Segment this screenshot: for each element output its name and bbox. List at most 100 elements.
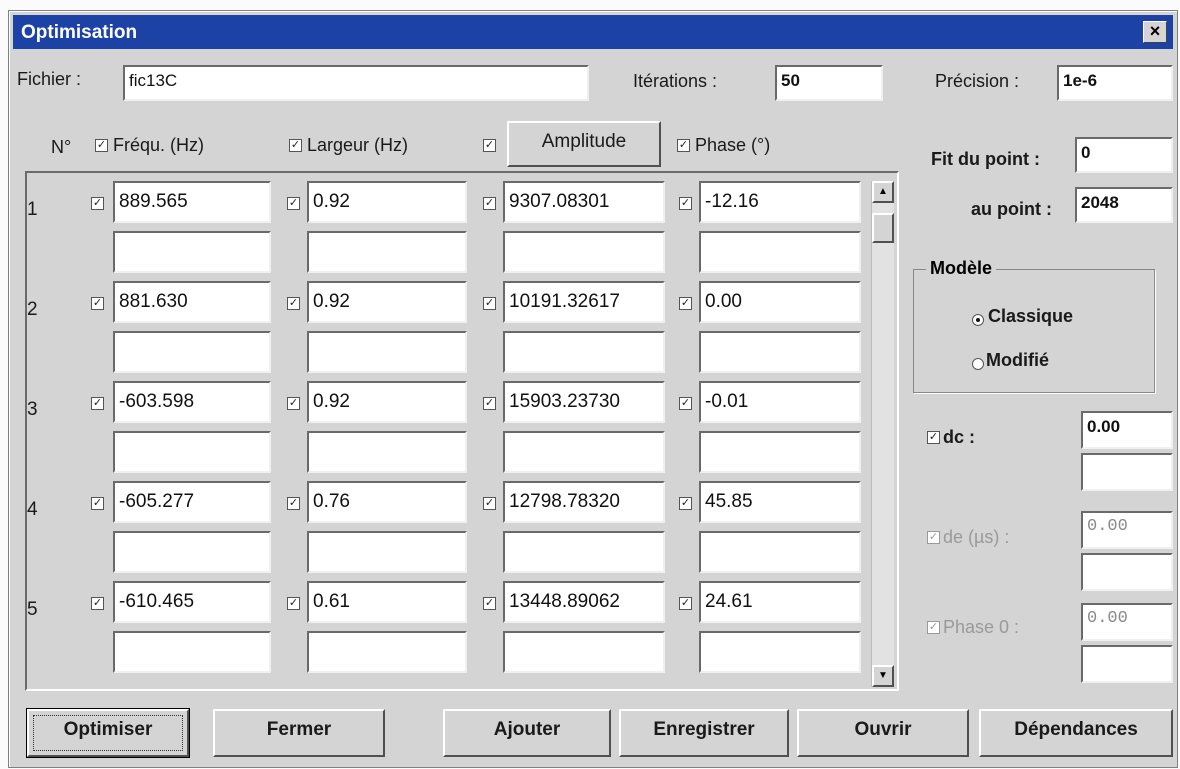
window-title: Optimisation	[21, 22, 138, 43]
largeur-input[interactable]: 0.61	[307, 581, 467, 623]
fichier-label: Fichier :	[17, 69, 82, 89]
modifie-radio[interactable]	[972, 358, 984, 370]
de-checkbox[interactable]: ✓	[927, 531, 940, 544]
freq-input[interactable]: -610.465	[113, 581, 271, 623]
freq-input[interactable]: 889.565	[113, 181, 271, 223]
dc-input[interactable]: 0.00	[1081, 411, 1173, 449]
row-amplitude-checkbox[interactable]: ✓	[483, 397, 496, 410]
row-largeur-checkbox[interactable]: ✓	[287, 597, 300, 610]
ouvrir-button[interactable]: Ouvrir	[797, 709, 969, 757]
largeur-error-field	[307, 631, 467, 673]
amplitude-error-field	[503, 331, 665, 373]
largeur-error-field	[307, 531, 467, 573]
vertical-scrollbar[interactable]: ▲ ▼	[871, 181, 894, 687]
fermer-button[interactable]: Fermer	[213, 709, 385, 757]
dependances-button[interactable]: Dépendances	[979, 709, 1173, 757]
fit-to-input[interactable]: 2048	[1075, 187, 1173, 223]
dc-checkbox[interactable]: ✓	[927, 431, 940, 444]
largeur-error-field	[307, 231, 467, 273]
row-freq-checkbox[interactable]: ✓	[91, 497, 104, 510]
largeur-input[interactable]: 0.76	[307, 481, 467, 523]
ajouter-button[interactable]: Ajouter	[443, 709, 611, 757]
phase-input[interactable]: 45.85	[699, 481, 861, 523]
fichier-input[interactable]: fic13C	[123, 65, 589, 101]
largeur-error-field	[307, 431, 467, 473]
phase0-input[interactable]: 0.00	[1081, 603, 1173, 641]
row-phase-checkbox[interactable]: ✓	[679, 497, 692, 510]
title-bar[interactable]: Optimisation ×	[13, 15, 1173, 49]
classique-label[interactable]: Classique	[988, 306, 1073, 327]
modele-group: Modèle Classique Modifié	[913, 258, 1155, 393]
amplitude-input[interactable]: 12798.78320	[503, 481, 665, 523]
row-largeur-checkbox[interactable]: ✓	[287, 497, 300, 510]
largeur-header-checkbox[interactable]: ✓	[289, 139, 302, 152]
phase-input[interactable]: 24.61	[699, 581, 861, 623]
freq-error-field	[113, 231, 271, 273]
freq-header-checkbox[interactable]: ✓	[95, 139, 108, 152]
scroll-down-arrow-icon[interactable]: ▼	[872, 665, 894, 687]
amplitude-input[interactable]: 15903.23730	[503, 381, 665, 423]
amplitude-input[interactable]: 9307.08301	[503, 181, 665, 223]
fit-from-input[interactable]: 0	[1075, 137, 1173, 173]
phase-header-checkbox[interactable]: ✓	[677, 139, 690, 152]
row-freq-checkbox[interactable]: ✓	[91, 297, 104, 310]
freq-error-field	[113, 431, 271, 473]
amplitude-header-checkbox[interactable]: ✓	[483, 139, 496, 152]
enregistrer-button[interactable]: Enregistrer	[619, 709, 789, 757]
optimiser-button[interactable]: Optimiser	[26, 708, 190, 758]
amplitude-button[interactable]: Amplitude	[507, 121, 661, 167]
freq-input[interactable]: -603.598	[113, 381, 271, 423]
freq-input[interactable]: 881.630	[113, 281, 271, 323]
amplitude-input[interactable]: 13448.89062	[503, 581, 665, 623]
de-input[interactable]: 0.00	[1081, 511, 1173, 549]
row-freq-checkbox[interactable]: ✓	[91, 397, 104, 410]
largeur-error-field	[307, 331, 467, 373]
phase0-checkbox[interactable]: ✓	[927, 621, 940, 634]
row-freq-checkbox[interactable]: ✓	[91, 197, 104, 210]
freq-error-field	[113, 331, 271, 373]
amplitude-input[interactable]: 10191.32617	[503, 281, 665, 323]
largeur-input[interactable]: 0.92	[307, 281, 467, 323]
amplitude-error-field	[503, 531, 665, 573]
amplitude-error-field	[503, 231, 665, 273]
row-amplitude-checkbox[interactable]: ✓	[483, 497, 496, 510]
phase-error-field	[699, 631, 861, 673]
row-phase-checkbox[interactable]: ✓	[679, 297, 692, 310]
modifie-label[interactable]: Modifié	[986, 350, 1049, 371]
optimisation-dialog: Optimisation × Fichier : fic13C Itératio…	[8, 10, 1178, 768]
amplitude-error-field	[503, 431, 665, 473]
row-largeur-checkbox[interactable]: ✓	[287, 197, 300, 210]
largeur-input[interactable]: 0.92	[307, 181, 467, 223]
row-amplitude-checkbox[interactable]: ✓	[483, 197, 496, 210]
row-number: 2	[27, 299, 38, 320]
row-phase-checkbox[interactable]: ✓	[679, 597, 692, 610]
row-largeur-checkbox[interactable]: ✓	[287, 297, 300, 310]
row-phase-checkbox[interactable]: ✓	[679, 397, 692, 410]
scroll-up-arrow-icon[interactable]: ▲	[872, 181, 894, 203]
largeur-input[interactable]: 0.92	[307, 381, 467, 423]
scroll-thumb[interactable]	[872, 213, 894, 243]
phase-input[interactable]: -0.01	[699, 381, 861, 423]
row-number: 4	[27, 499, 38, 520]
row-largeur-checkbox[interactable]: ✓	[287, 397, 300, 410]
phase-error-field	[699, 431, 861, 473]
row-number: 3	[27, 399, 38, 420]
row-amplitude-checkbox[interactable]: ✓	[483, 297, 496, 310]
amplitude-error-field	[503, 631, 665, 673]
row-freq-checkbox[interactable]: ✓	[91, 597, 104, 610]
freq-input[interactable]: -605.277	[113, 481, 271, 523]
col-freq-header: Fréqu. (Hz)	[113, 135, 205, 155]
col-phase-header: Phase (°)	[695, 135, 771, 155]
phase-input[interactable]: -12.16	[699, 181, 861, 223]
classique-radio[interactable]	[972, 314, 984, 326]
row-phase-checkbox[interactable]: ✓	[679, 197, 692, 210]
phase-input[interactable]: 0.00	[699, 281, 861, 323]
iterations-label: Itérations :	[633, 71, 718, 91]
col-largeur-header: Largeur (Hz)	[307, 135, 409, 155]
row-amplitude-checkbox[interactable]: ✓	[483, 597, 496, 610]
fit-from-label: Fit du point :	[931, 149, 1040, 169]
iterations-input[interactable]: 50	[775, 65, 883, 101]
close-button[interactable]: ×	[1143, 21, 1167, 43]
phase0-error-field	[1081, 645, 1173, 683]
precision-input[interactable]: 1e-6	[1057, 65, 1173, 101]
